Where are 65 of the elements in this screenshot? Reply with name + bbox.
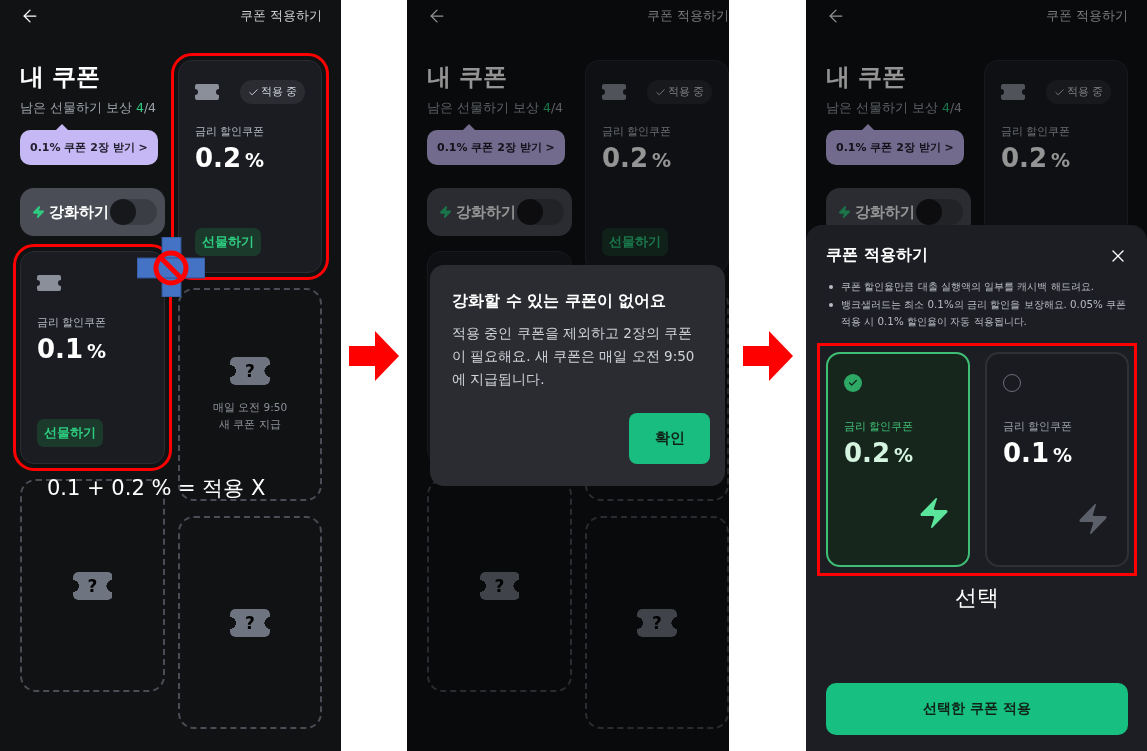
- ticket-icon: [195, 84, 219, 100]
- annotation-text: 0.1 + 0.2 % = 적용 X: [47, 475, 266, 502]
- coupon-rate: 0.2%: [844, 438, 915, 468]
- ticket-icon: [1001, 84, 1025, 100]
- ticket-icon: [602, 84, 626, 100]
- coupon-label: 금리 할인쿠폰: [1003, 420, 1074, 434]
- sheet-note: 뱅크샐러드는 최소 0.1%의 금리 할인을 보장해요. 0.05% 쿠폰 적용 시 0.1% 할인율이 자동 적용됩니다.: [841, 297, 1128, 329]
- reward-count: 남은 선물하기 보상 4/4: [826, 100, 964, 117]
- reward-count: 남은 선물하기 보상 4/4: [427, 100, 565, 117]
- mystery-ticket: ?: [72, 571, 113, 600]
- annotation-text: 선택: [955, 584, 999, 612]
- coupon-label: 금리 할인쿠폰: [602, 125, 673, 139]
- coupon-rate: 0.2%: [1001, 143, 1072, 173]
- promo-bubble[interactable]: 0.1% 쿠폰 2장 받기 >: [427, 130, 565, 165]
- coupon-label: 금리 할인쿠폰: [195, 125, 266, 139]
- sheet-note: 쿠폰 할인율만큼 대출 실행액의 일부를 캐시백 해드려요.: [841, 279, 1094, 294]
- apply-coupon-link[interactable]: 쿠폰 적용하기: [647, 7, 729, 25]
- slot-note: 매일 오전 9:50: [212, 399, 288, 415]
- slot-note: 새 쿠폰 지급: [218, 416, 282, 432]
- sheet-title: 쿠폰 적용하기: [826, 245, 928, 266]
- lightning-icon: [32, 204, 45, 220]
- lightning-icon: [838, 204, 851, 220]
- coupon-option[interactable]: 금리 할인쿠폰 0.2%: [826, 352, 970, 567]
- page-title: 내 쿠폰: [427, 62, 509, 92]
- coupon-rate: 0.2%: [602, 143, 673, 173]
- dialog-title: 강화할 수 있는 쿠폰이 없어요: [452, 291, 668, 312]
- bullet-dot: [829, 303, 833, 307]
- lightning-icon: [439, 204, 452, 220]
- applied-badge: 적용 중: [646, 80, 712, 104]
- apply-coupon-link[interactable]: 쿠폰 적용하기: [1046, 7, 1128, 25]
- coupon-rate: 0.1%: [1003, 438, 1074, 468]
- mystery-ticket: ?: [230, 356, 270, 385]
- coupon-option[interactable]: 금리 할인쿠폰 0.1%: [985, 352, 1129, 567]
- coupon-rate: 0.1%: [37, 334, 108, 364]
- boost-switch[interactable]: [919, 199, 963, 225]
- boost-label: 강화하기: [49, 202, 109, 222]
- dialog-message: 적용 중인 쿠폰을 제외하고 2장의 쿠폰이 필요해요. 새 쿠폰은 매일 오전 9:50에 지급됩니다.: [452, 324, 696, 389]
- mystery-ticket: ?: [637, 608, 677, 637]
- promo-bubble[interactable]: 0.1% 쿠폰 2장 받기 >: [826, 130, 964, 165]
- coupon-rate: 0.2%: [195, 143, 266, 173]
- boost-label: 강화하기: [855, 202, 915, 222]
- ticket-icon: [37, 275, 61, 291]
- gift-button[interactable]: 선물하기: [195, 228, 261, 256]
- confirm-button[interactable]: 확인: [629, 413, 710, 464]
- reward-count: 남은 선물하기 보상 4/4: [20, 100, 158, 117]
- applied-badge: 적용 중: [1045, 80, 1111, 104]
- coupon-label: 금리 할인쿠폰: [1001, 125, 1072, 139]
- coupon-label: 금리 할인쿠폰: [37, 316, 108, 330]
- bullet-dot: [829, 285, 833, 289]
- promo-bubble[interactable]: 0.1% 쿠폰 2장 받기 >: [20, 130, 158, 165]
- apply-coupon-link[interactable]: 쿠폰 적용하기: [240, 7, 322, 25]
- page-title: 내 쿠폰: [20, 62, 102, 92]
- right-arrow-icon: [742, 330, 793, 381]
- apply-button[interactable]: 선택한 쿠폰 적용: [826, 683, 1128, 735]
- boost-label: 강화하기: [456, 202, 516, 222]
- gift-button[interactable]: 선물하기: [37, 419, 103, 447]
- right-arrow-icon: [349, 330, 399, 381]
- coupon-label: 금리 할인쿠폰: [844, 420, 915, 434]
- radio-icon: [844, 374, 862, 392]
- page-title: 내 쿠폰: [826, 62, 908, 92]
- applied-badge: 적용 중: [239, 80, 305, 104]
- mystery-ticket: ?: [230, 608, 270, 637]
- boost-switch[interactable]: [520, 199, 564, 225]
- mystery-ticket: ?: [479, 571, 520, 600]
- boost-switch[interactable]: [113, 199, 157, 225]
